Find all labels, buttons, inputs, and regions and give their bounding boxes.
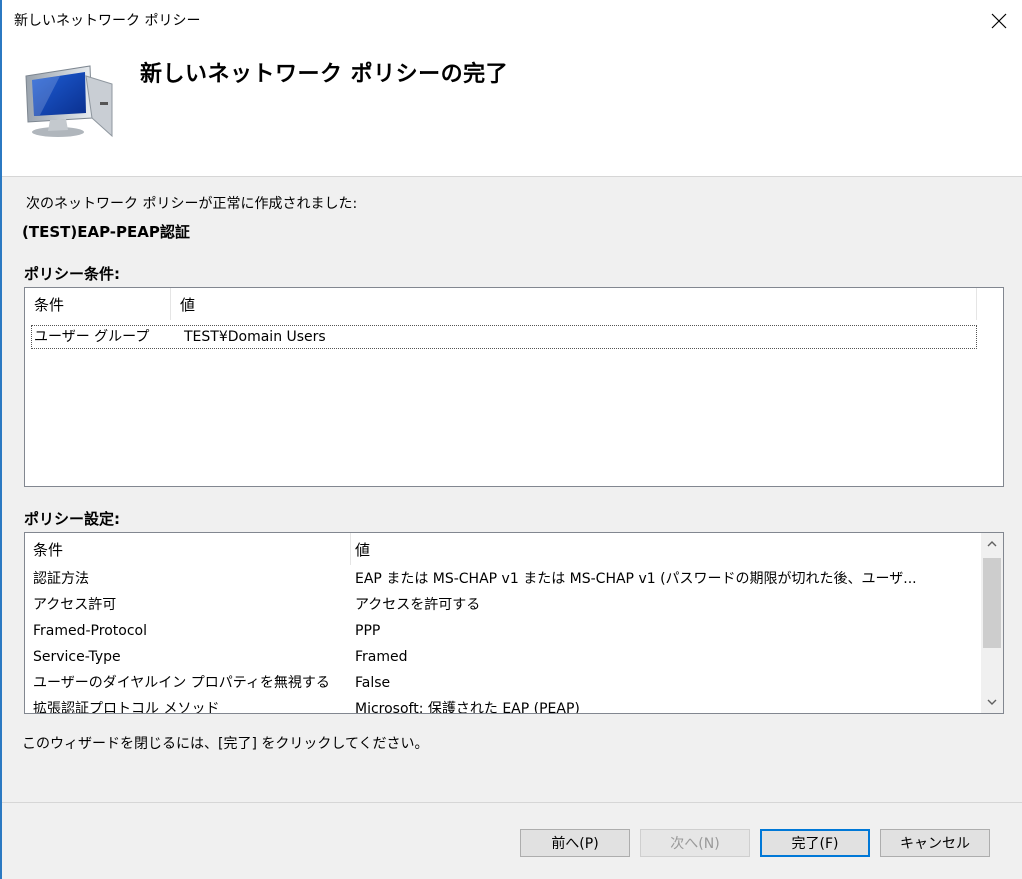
wizard-content: 次のネットワーク ポリシーが正常に作成されました: (TEST)EAP-PEAP… bbox=[2, 177, 1022, 802]
wizard-heading: 新しいネットワーク ポリシーの完了 bbox=[140, 62, 509, 87]
close-button[interactable] bbox=[976, 0, 1022, 42]
conditions-label: ポリシー条件: bbox=[24, 265, 120, 283]
settings-list[interactable]: 条件 値 認証方法 EAP または MS-CHAP v1 または MS-CHAP… bbox=[24, 532, 1004, 714]
cancel-button[interactable]: キャンセル bbox=[880, 829, 990, 857]
value-cell: Framed bbox=[355, 649, 408, 665]
finish-hint: このウィザードを閉じるには、[完了] をクリックしてください。 bbox=[22, 736, 429, 752]
settings-list-header: 条件 値 bbox=[25, 533, 981, 565]
conditions-list-header: 条件 値 bbox=[25, 288, 977, 320]
value-cell: PPP bbox=[355, 623, 381, 639]
window-title: 新しいネットワーク ポリシー bbox=[14, 13, 201, 29]
condition-cell: Framed-Protocol bbox=[33, 623, 147, 639]
column-header-condition[interactable]: 条件 bbox=[25, 533, 351, 565]
computer-monitor-icon bbox=[25, 65, 113, 138]
wizard-header: 新しいネットワーク ポリシーの完了 bbox=[2, 42, 1022, 176]
scroll-up-button[interactable] bbox=[981, 533, 1003, 555]
value-cell: TEST¥Domain Users bbox=[184, 329, 326, 345]
list-item[interactable]: Service-Type Framed bbox=[25, 644, 971, 670]
chevron-up-icon bbox=[987, 541, 997, 547]
list-item[interactable]: 拡張認証プロトコル メソッド Microsoft: 保護された EAP (PEA… bbox=[25, 696, 971, 714]
back-button[interactable]: 前へ(P) bbox=[520, 829, 630, 857]
close-icon bbox=[991, 13, 1007, 29]
list-item[interactable]: ユーザーのダイヤルイン プロパティを無視する False bbox=[25, 670, 971, 696]
list-item[interactable]: ユーザー グループ TEST¥Domain Users bbox=[31, 325, 977, 349]
list-item[interactable]: Framed-Protocol PPP bbox=[25, 618, 971, 644]
title-bar: 新しいネットワーク ポリシー bbox=[2, 0, 1022, 42]
wizard-footer: 前へ(P) 次へ(N) 完了(F) キャンセル bbox=[2, 803, 1022, 879]
scroll-thumb[interactable] bbox=[983, 558, 1001, 648]
column-header-condition[interactable]: 条件 bbox=[25, 288, 171, 320]
column-header-value[interactable]: 値 bbox=[351, 533, 981, 565]
policy-name: (TEST)EAP-PEAP認証 bbox=[22, 223, 190, 241]
value-cell: アクセスを許可する bbox=[355, 597, 481, 613]
next-button[interactable]: 次へ(N) bbox=[640, 829, 750, 857]
list-item[interactable]: 認証方法 EAP または MS-CHAP v1 または MS-CHAP v1 (… bbox=[25, 566, 971, 592]
list-item[interactable]: アクセス許可 アクセスを許可する bbox=[25, 592, 971, 618]
chevron-down-icon bbox=[987, 699, 997, 705]
condition-cell: ユーザーのダイヤルイン プロパティを無視する bbox=[33, 675, 330, 691]
value-cell: False bbox=[355, 675, 391, 691]
condition-cell: アクセス許可 bbox=[33, 597, 117, 613]
condition-cell: 拡張認証プロトコル メソッド bbox=[33, 701, 220, 714]
condition-cell: ユーザー グループ bbox=[34, 329, 150, 345]
column-header-value[interactable]: 値 bbox=[171, 288, 977, 320]
condition-cell: Service-Type bbox=[33, 649, 121, 665]
conditions-list[interactable]: 条件 値 ユーザー グループ TEST¥Domain Users bbox=[24, 287, 1004, 487]
settings-scrollbar[interactable] bbox=[981, 533, 1003, 713]
finish-button[interactable]: 完了(F) bbox=[760, 829, 870, 857]
value-cell: EAP または MS-CHAP v1 または MS-CHAP v1 (パスワード… bbox=[355, 571, 917, 587]
settings-label: ポリシー設定: bbox=[24, 510, 120, 528]
scroll-down-button[interactable] bbox=[981, 691, 1003, 713]
success-message: 次のネットワーク ポリシーが正常に作成されました: bbox=[26, 196, 358, 212]
value-cell: Microsoft: 保護された EAP (PEAP) bbox=[355, 701, 580, 714]
condition-cell: 認証方法 bbox=[33, 571, 89, 587]
